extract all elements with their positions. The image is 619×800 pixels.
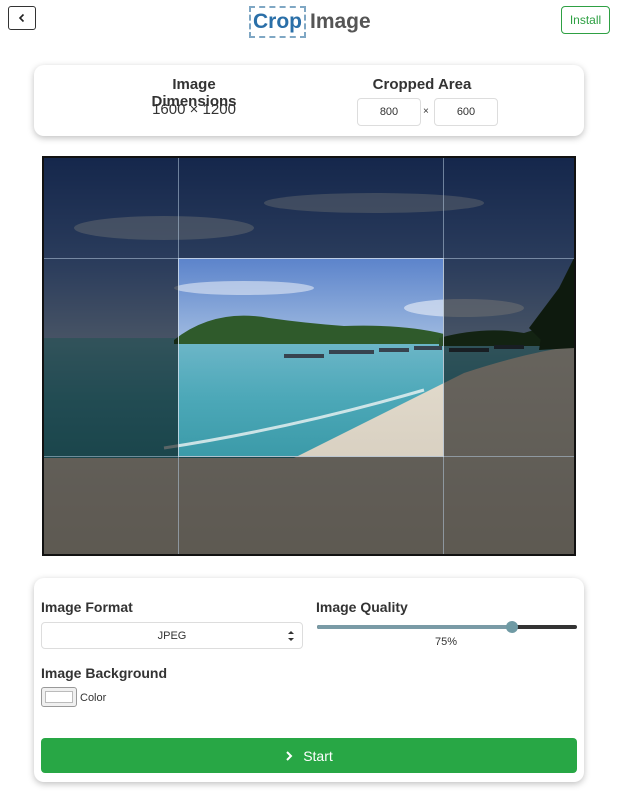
slider-fill	[317, 625, 512, 629]
crop-selection-box[interactable]	[178, 258, 444, 457]
crop-separator: ×	[423, 106, 429, 117]
chevron-right-icon	[286, 750, 293, 761]
slider-thumb[interactable]	[506, 621, 518, 633]
settings-card: Image Format JPEG Image Quality 75% Imag…	[34, 578, 584, 782]
start-button-label: Start	[303, 747, 333, 764]
color-label: Color	[80, 692, 107, 704]
crop-mask-left	[44, 258, 178, 456]
back-button[interactable]	[8, 6, 36, 30]
image-format-select[interactable]: JPEG	[41, 622, 303, 649]
cropped-area-title: Cropped Area	[372, 76, 472, 93]
select-arrows-icon	[288, 631, 294, 641]
app-logo: Crop Image	[249, 5, 371, 39]
image-quality-label: Image Quality	[316, 599, 408, 615]
crop-mask-bottom	[44, 456, 574, 554]
crop-height-input[interactable]	[434, 98, 498, 126]
crop-mask-top	[44, 158, 574, 258]
color-swatch	[45, 691, 73, 703]
install-button[interactable]: Install	[561, 6, 610, 34]
image-format-value: JPEG	[157, 630, 187, 642]
image-format-label: Image Format	[41, 599, 133, 615]
crop-width-input[interactable]	[357, 98, 421, 126]
image-dimensions-value: 1600 × 1200	[152, 101, 236, 118]
logo-image-text: Image	[310, 10, 371, 33]
background-color-picker[interactable]	[41, 687, 77, 707]
image-background-label: Image Background	[41, 665, 168, 681]
image-quality-slider[interactable]	[317, 621, 577, 633]
crop-mask-right	[443, 258, 574, 456]
crop-canvas[interactable]	[42, 156, 576, 556]
logo-crop-text: Crop	[249, 6, 306, 38]
start-button[interactable]: Start	[41, 738, 577, 773]
chevron-left-icon	[18, 13, 25, 23]
info-card: Image Dimensions 1600 × 1200 Cropped Are…	[34, 65, 584, 136]
image-quality-value: 75%	[434, 636, 458, 648]
